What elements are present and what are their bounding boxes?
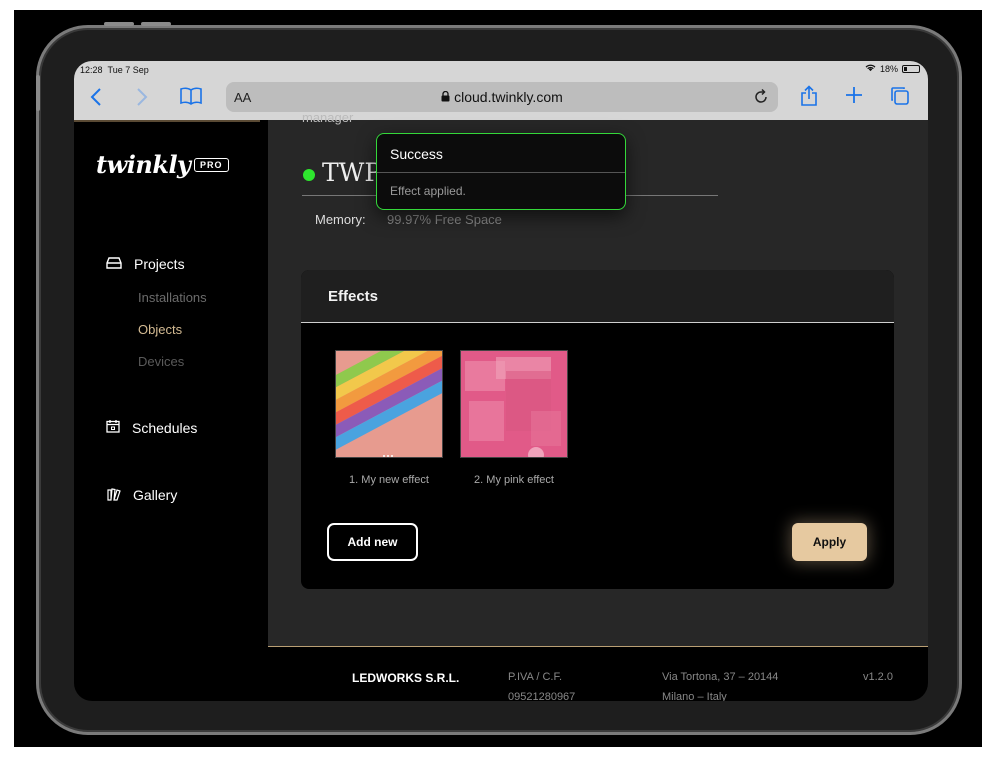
toast-message: Effect applied.: [390, 184, 466, 198]
footer: LEDWORKS S.R.L. P.IVA / C.F. 09521280967…: [268, 646, 928, 701]
sidebar: twinkly PRO Projects Installations Objec…: [74, 120, 268, 701]
status-right: 18%: [865, 64, 920, 74]
sidebar-item-label: Projects: [134, 256, 185, 272]
footer-address-line1: Via Tortona, 37 – 20144: [662, 671, 779, 683]
device-status-dot: [303, 169, 315, 181]
memory-label: Memory:: [315, 212, 366, 227]
effect-thumbnail-rainbow[interactable]: [335, 350, 443, 458]
sidebar-subitem-label: Installations: [138, 290, 207, 305]
memory-value: 99.97% Free Space: [387, 212, 502, 227]
sidebar-item-label: Schedules: [132, 419, 198, 436]
reload-icon[interactable]: [754, 88, 768, 109]
effects-card-header: Effects: [301, 270, 894, 323]
gallery-icon: [106, 486, 121, 504]
twinkly-logo: twinkly: [96, 150, 191, 179]
sidebar-subitem-devices[interactable]: Devices: [138, 354, 184, 369]
apply-button[interactable]: Apply: [792, 523, 867, 561]
bookmarks-icon[interactable]: [180, 87, 202, 109]
volume-button: [104, 22, 134, 26]
power-button: [36, 75, 40, 111]
status-time: 12:28 Tue 7 Sep: [80, 65, 149, 75]
effects-card: Effects 1. My new effect 2. My pink effe…: [301, 270, 894, 589]
battery-percent: 18%: [879, 64, 898, 74]
sidebar-item-gallery[interactable]: Gallery: [106, 486, 177, 504]
effect-label: 1. My new effect: [349, 474, 429, 486]
page-title-partial: manager: [302, 110, 354, 125]
device-name: TWP: [322, 158, 382, 187]
toast-title: Success: [390, 146, 443, 162]
share-icon[interactable]: [800, 85, 818, 111]
footer-address: Via Tortona, 37 – 20144 Milano – Italy: [662, 667, 778, 701]
lock-icon: [441, 89, 454, 105]
footer-vat-number: 09521280967: [508, 691, 576, 701]
volume-button: [141, 22, 171, 26]
sidebar-item-label: Gallery: [133, 487, 178, 503]
sidebar-subitem-objects[interactable]: Objects: [138, 322, 182, 337]
footer-address-line2: Milano – Italy: [662, 691, 727, 701]
footer-vat-label: P.IVA / C.F.: [508, 671, 563, 683]
browser-toolbar: AA cloud.twinkly.com: [74, 79, 928, 121]
wifi-icon: [865, 64, 876, 74]
chevron-left-icon[interactable]: [90, 87, 102, 111]
sidebar-top-divider: [74, 120, 260, 122]
pro-badge: PRO: [194, 158, 229, 172]
add-new-button[interactable]: Add new: [327, 523, 418, 561]
status-bar: 12:28 Tue 7 Sep 18%: [74, 61, 928, 79]
toast-divider: [377, 172, 625, 173]
effects-title: Effects: [328, 288, 379, 305]
success-toast[interactable]: Success Effect applied.: [376, 133, 626, 210]
projects-icon: [106, 256, 122, 272]
sidebar-subitem-label: Devices: [138, 354, 185, 369]
sidebar-subitem-installations[interactable]: Installations: [138, 290, 207, 305]
footer-version: v1.2.0: [863, 671, 893, 683]
footer-vat: P.IVA / C.F. 09521280967: [508, 667, 575, 701]
sidebar-item-schedules[interactable]: Schedules: [106, 419, 197, 436]
address-bar[interactable]: AA cloud.twinkly.com: [226, 82, 778, 112]
effect-label: 2. My pink effect: [474, 474, 554, 486]
chevron-right-icon[interactable]: [136, 87, 148, 111]
url-text[interactable]: cloud.twinkly.com: [226, 89, 778, 105]
battery-icon: [902, 65, 920, 73]
tabs-icon[interactable]: [890, 86, 910, 110]
plus-icon[interactable]: [845, 86, 863, 108]
calendar-icon: [106, 419, 120, 436]
footer-company: LEDWORKS S.R.L.: [352, 671, 460, 685]
effect-thumbnail-pink[interactable]: [460, 350, 568, 458]
sidebar-item-projects[interactable]: Projects: [106, 256, 185, 272]
sidebar-subitem-label: Objects: [138, 322, 183, 337]
